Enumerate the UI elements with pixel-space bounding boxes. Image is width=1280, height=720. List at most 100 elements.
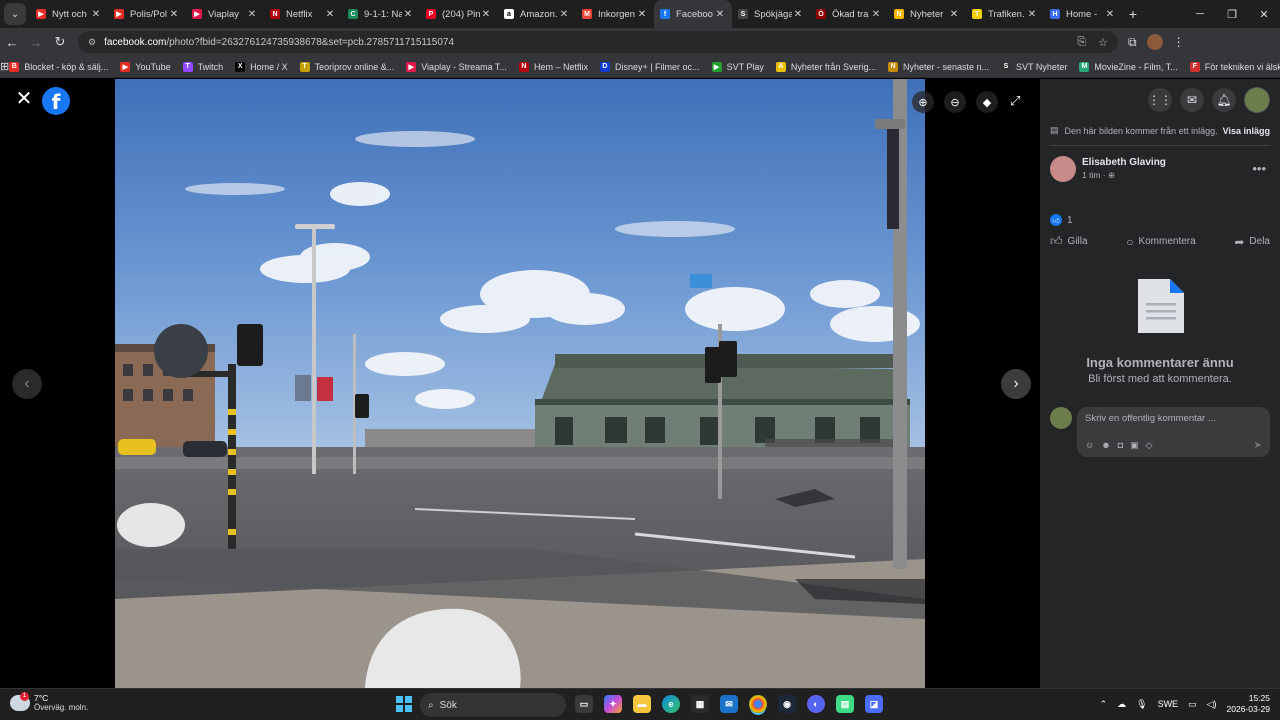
bookmark-item[interactable]: B Blocket - köp & sälj...: [9, 61, 108, 72]
bookmark-item[interactable]: N Nyheter - senaste n...: [887, 61, 989, 72]
tab-close-icon[interactable]: ✕: [246, 9, 258, 20]
share-button[interactable]: ➦ Dela: [1234, 234, 1270, 249]
tab-6[interactable]: a Amazon. ✕: [498, 0, 576, 28]
notifications-icon[interactable]: 🔔︎: [1212, 88, 1236, 112]
restore-button[interactable]: ❐: [1216, 8, 1248, 21]
gif-icon[interactable]: ▣: [1130, 440, 1139, 451]
previous-photo-button[interactable]: ‹: [12, 369, 42, 399]
bookmark-item[interactable]: D Disney+ | Filmer oc...: [599, 61, 700, 72]
task-view-icon[interactable]: ▭: [575, 695, 593, 713]
facebook-logo[interactable]: f: [42, 87, 70, 115]
network-icon[interactable]: ▭: [1188, 699, 1197, 710]
url-input[interactable]: ⚙ facebook.com/photo?fbid=26327612473593…: [78, 31, 1118, 53]
tab-7[interactable]: M Inkorgen ✕: [576, 0, 654, 28]
sticker-icon[interactable]: ◇: [1146, 440, 1153, 451]
minimize-button[interactable]: ─: [1184, 8, 1216, 21]
cloud-sync-icon[interactable]: ☁: [1117, 699, 1126, 710]
bookmark-item[interactable]: ▶ SVT Play: [711, 61, 764, 72]
forward-button[interactable]: →: [24, 35, 48, 50]
tab-close-icon[interactable]: ✕: [402, 9, 414, 20]
tab-1[interactable]: ▶ Polis/Pol ✕: [108, 0, 186, 28]
more-options-icon[interactable]: •••: [1252, 161, 1266, 176]
tab-3[interactable]: N Netflix ✕: [264, 0, 342, 28]
next-photo-button[interactable]: ›: [1001, 369, 1031, 399]
messenger-icon[interactable]: ✉: [1180, 88, 1204, 112]
menu-icon[interactable]: ⋮: [1173, 35, 1185, 49]
tab-close-icon[interactable]: ✕: [1104, 9, 1116, 20]
comment-input[interactable]: Skriv en offentlig kommentar ... ☺ ☻ ◘ ▣…: [1077, 407, 1270, 457]
comment-button[interactable]: ○ Kommentera: [1126, 234, 1196, 249]
start-button[interactable]: [396, 696, 412, 712]
post-time[interactable]: 1 tim · ⊕: [1082, 170, 1166, 181]
copilot-icon[interactable]: ✦: [604, 695, 622, 713]
site-info-icon[interactable]: ⚙: [88, 37, 96, 48]
tab-4[interactable]: C 9-1-1: Na ✕: [342, 0, 420, 28]
tab-close-icon[interactable]: ✕: [90, 9, 102, 20]
bookmark-item[interactable]: T Teoriprov online &...: [299, 61, 394, 72]
zoom-in-icon[interactable]: ⊕: [912, 91, 934, 113]
tab-12[interactable]: T Trafiken. ✕: [966, 0, 1044, 28]
discord-icon[interactable]: ◐: [807, 695, 825, 713]
window-close-button[interactable]: ✕: [1248, 8, 1280, 21]
reload-button[interactable]: ↻: [48, 34, 72, 50]
file-explorer-icon[interactable]: ▬: [633, 695, 651, 713]
tab-close-icon[interactable]: ✕: [714, 9, 726, 20]
android-icon[interactable]: ▤: [836, 695, 854, 713]
bookmark-item[interactable]: X Home / X: [235, 61, 288, 72]
taskbar-search[interactable]: ⌕ Sök: [420, 693, 566, 717]
clock[interactable]: 15:25 2026-03-29: [1227, 693, 1270, 715]
tab-close-icon[interactable]: ✕: [558, 9, 570, 20]
emoji-icon[interactable]: ☻: [1101, 440, 1110, 451]
microphone-icon[interactable]: 🎙︎: [1136, 699, 1147, 710]
bookmark-star-icon[interactable]: ☆: [1098, 36, 1108, 49]
tab-8[interactable]: f Faceboo ✕: [654, 0, 732, 28]
view-post-link[interactable]: Visa inlägg: [1223, 126, 1270, 136]
like-button[interactable]: 👍︎ Gilla: [1050, 234, 1088, 249]
send-icon[interactable]: ➤: [1254, 440, 1262, 451]
steam-icon[interactable]: ◉: [778, 695, 796, 713]
tab-close-icon[interactable]: ✕: [324, 9, 336, 20]
chrome-icon[interactable]: [749, 695, 767, 713]
fullscreen-icon[interactable]: ⤢: [1010, 93, 1020, 109]
camera-icon[interactable]: ◘: [1118, 440, 1123, 451]
tab-0[interactable]: ▶ Nytt och ✕: [30, 0, 108, 28]
close-viewer-button[interactable]: ✕: [14, 89, 34, 109]
tab-close-icon[interactable]: ✕: [948, 9, 960, 20]
account-avatar[interactable]: [1244, 87, 1270, 113]
mail-icon[interactable]: ✉: [720, 695, 738, 713]
tag-icon[interactable]: ◆: [976, 91, 998, 113]
author-avatar[interactable]: [1050, 156, 1076, 182]
tab-13[interactable]: H Home - ✕: [1044, 0, 1122, 28]
back-button[interactable]: ←: [0, 35, 24, 50]
new-tab-button[interactable]: +: [1122, 6, 1144, 22]
tab-search-button[interactable]: ⌄: [4, 3, 26, 25]
tab-close-icon[interactable]: ✕: [1026, 9, 1038, 20]
bookmark-item[interactable]: F För tekniken vi älska...: [1189, 61, 1280, 72]
bookmark-item[interactable]: S SVT Nyheter: [1001, 61, 1067, 72]
app-icon[interactable]: ◪: [865, 695, 883, 713]
profile-avatar[interactable]: [1146, 34, 1163, 50]
tab-9[interactable]: S Spökjäga ✕: [732, 0, 810, 28]
bookmark-item[interactable]: ▶ YouTube: [120, 61, 171, 72]
tab-close-icon[interactable]: ✕: [792, 9, 804, 20]
tab-close-icon[interactable]: ✕: [168, 9, 180, 20]
apps-grid-icon[interactable]: ⊞: [0, 60, 9, 73]
cast-icon[interactable]: ⎘: [1077, 36, 1086, 49]
bookmark-item[interactable]: A Nyheter från Sverig...: [775, 61, 876, 72]
weather-widget[interactable]: 1 7°C Överväg. moln.: [10, 692, 88, 713]
tab-5[interactable]: P (204) Pin ✕: [420, 0, 498, 28]
volume-icon[interactable]: ◁): [1207, 699, 1217, 710]
tab-close-icon[interactable]: ✕: [870, 9, 882, 20]
author-name[interactable]: Elisabeth Glaving: [1082, 157, 1166, 168]
extensions-icon[interactable]: ⧉: [1128, 35, 1137, 50]
tab-2[interactable]: ▶ Viaplay ✕: [186, 0, 264, 28]
bookmark-item[interactable]: N Hem – Netflix: [518, 61, 588, 72]
tab-11[interactable]: N Nyheter ✕: [888, 0, 966, 28]
edge-icon[interactable]: e: [662, 695, 680, 713]
bookmark-item[interactable]: T Twitch: [182, 61, 223, 72]
bookmark-item[interactable]: M MovieZine - Film, T...: [1079, 61, 1178, 72]
tray-overflow-icon[interactable]: ⌃: [1100, 699, 1108, 710]
reaction-summary[interactable]: 👍︎ 1: [1050, 214, 1073, 226]
tab-close-icon[interactable]: ✕: [480, 9, 492, 20]
store-icon[interactable]: ▦: [691, 695, 709, 713]
